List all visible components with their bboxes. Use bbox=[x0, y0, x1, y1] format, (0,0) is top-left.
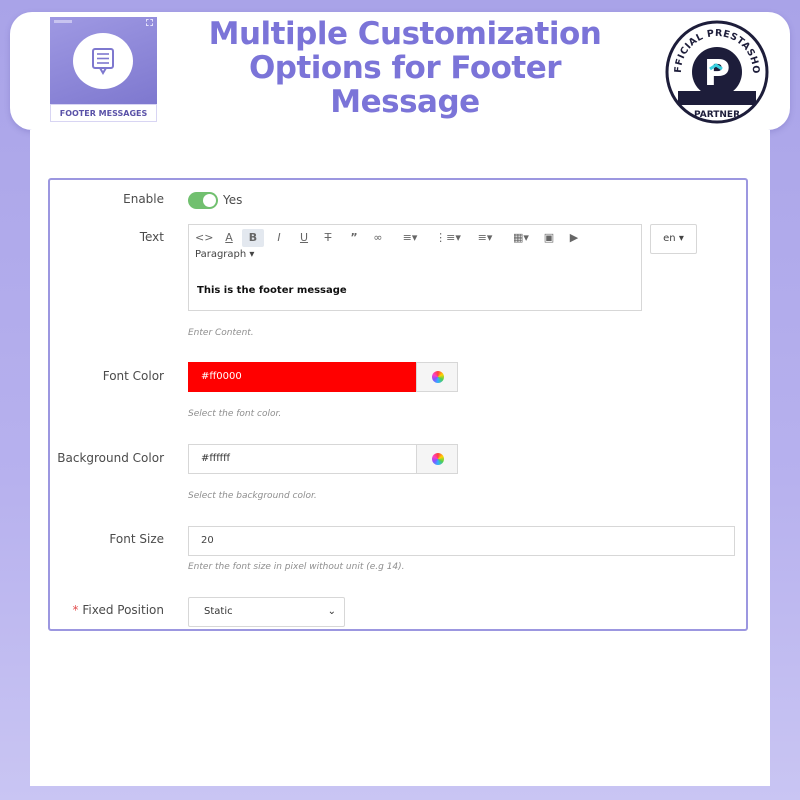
background-color-picker-button[interactable] bbox=[416, 444, 458, 474]
font-color-help: Select the font color. bbox=[188, 409, 282, 419]
expand-icon bbox=[146, 19, 153, 26]
table-icon[interactable]: ▦▾ bbox=[508, 229, 534, 247]
paragraph-format-select[interactable]: Paragraph ▾ bbox=[195, 249, 254, 260]
color-wheel-icon bbox=[432, 371, 444, 383]
strikethrough-icon[interactable]: T bbox=[320, 229, 336, 247]
chevron-down-icon: ▾ bbox=[678, 233, 684, 244]
code-icon[interactable]: <> bbox=[195, 229, 213, 247]
italic-icon[interactable]: I bbox=[271, 229, 287, 247]
chevron-down-icon: ⌄ bbox=[327, 606, 336, 617]
background-color-input[interactable]: #ffffff bbox=[188, 444, 417, 474]
underline-icon[interactable]: U bbox=[296, 229, 312, 247]
chevron-down-icon: ▾ bbox=[249, 249, 255, 260]
quote-icon[interactable]: ” bbox=[346, 229, 362, 247]
editor-content[interactable]: This is the footer message bbox=[197, 285, 347, 296]
page-headline: Multiple Customization Options for Foote… bbox=[208, 16, 602, 120]
color-wheel-icon bbox=[432, 453, 444, 465]
numbered-list-icon[interactable]: ≡▾ bbox=[470, 229, 500, 247]
product-thumbnail: FOOTER MESSAGES bbox=[50, 17, 157, 122]
font-color-input[interactable]: #ff0000 bbox=[188, 362, 417, 392]
fixed-position-label: * Fixed Position bbox=[72, 603, 164, 617]
font-size-input[interactable]: 20 bbox=[188, 526, 735, 556]
prestashop-partner-badge: P OFFICIAL PRESTASHOP PARTNER bbox=[660, 11, 770, 125]
image-icon[interactable]: ▣ bbox=[541, 229, 557, 247]
required-asterisk: * bbox=[72, 603, 79, 617]
font-color-picker-button[interactable] bbox=[416, 362, 458, 392]
link-icon[interactable]: ∞ bbox=[370, 229, 386, 247]
media-icon[interactable]: ▶ bbox=[566, 229, 582, 247]
font-color-icon[interactable]: A bbox=[221, 229, 237, 247]
background-color-label: Background Color bbox=[57, 451, 164, 465]
language-dropdown[interactable]: en ▾ bbox=[650, 224, 697, 254]
text-help: Enter Content. bbox=[188, 328, 254, 338]
enable-value: Yes bbox=[223, 193, 243, 207]
bold-icon[interactable]: B bbox=[242, 229, 264, 247]
font-size-label: Font Size bbox=[109, 532, 164, 546]
fixed-position-select[interactable]: Static ⌄ bbox=[188, 597, 345, 627]
message-bubble-icon bbox=[73, 33, 133, 89]
font-color-label: Font Color bbox=[102, 369, 164, 383]
font-size-help: Enter the font size in pixel without uni… bbox=[188, 562, 405, 572]
product-label: FOOTER MESSAGES bbox=[50, 104, 157, 122]
rich-text-editor[interactable]: <> A B I U T ” ∞ ≡▾ ⋮≡▾ ≡▾ ▦▾ ▣ ▶ Paragr… bbox=[188, 224, 642, 311]
text-label: Text bbox=[139, 230, 164, 244]
align-icon[interactable]: ≡▾ bbox=[396, 229, 424, 247]
svg-text:PARTNER: PARTNER bbox=[694, 110, 740, 120]
background-color-help: Select the background color. bbox=[188, 491, 317, 501]
bullet-list-icon[interactable]: ⋮≡▾ bbox=[433, 229, 463, 247]
svg-text:P: P bbox=[704, 53, 730, 94]
enable-label: Enable bbox=[123, 192, 164, 206]
enable-toggle[interactable] bbox=[188, 192, 218, 209]
